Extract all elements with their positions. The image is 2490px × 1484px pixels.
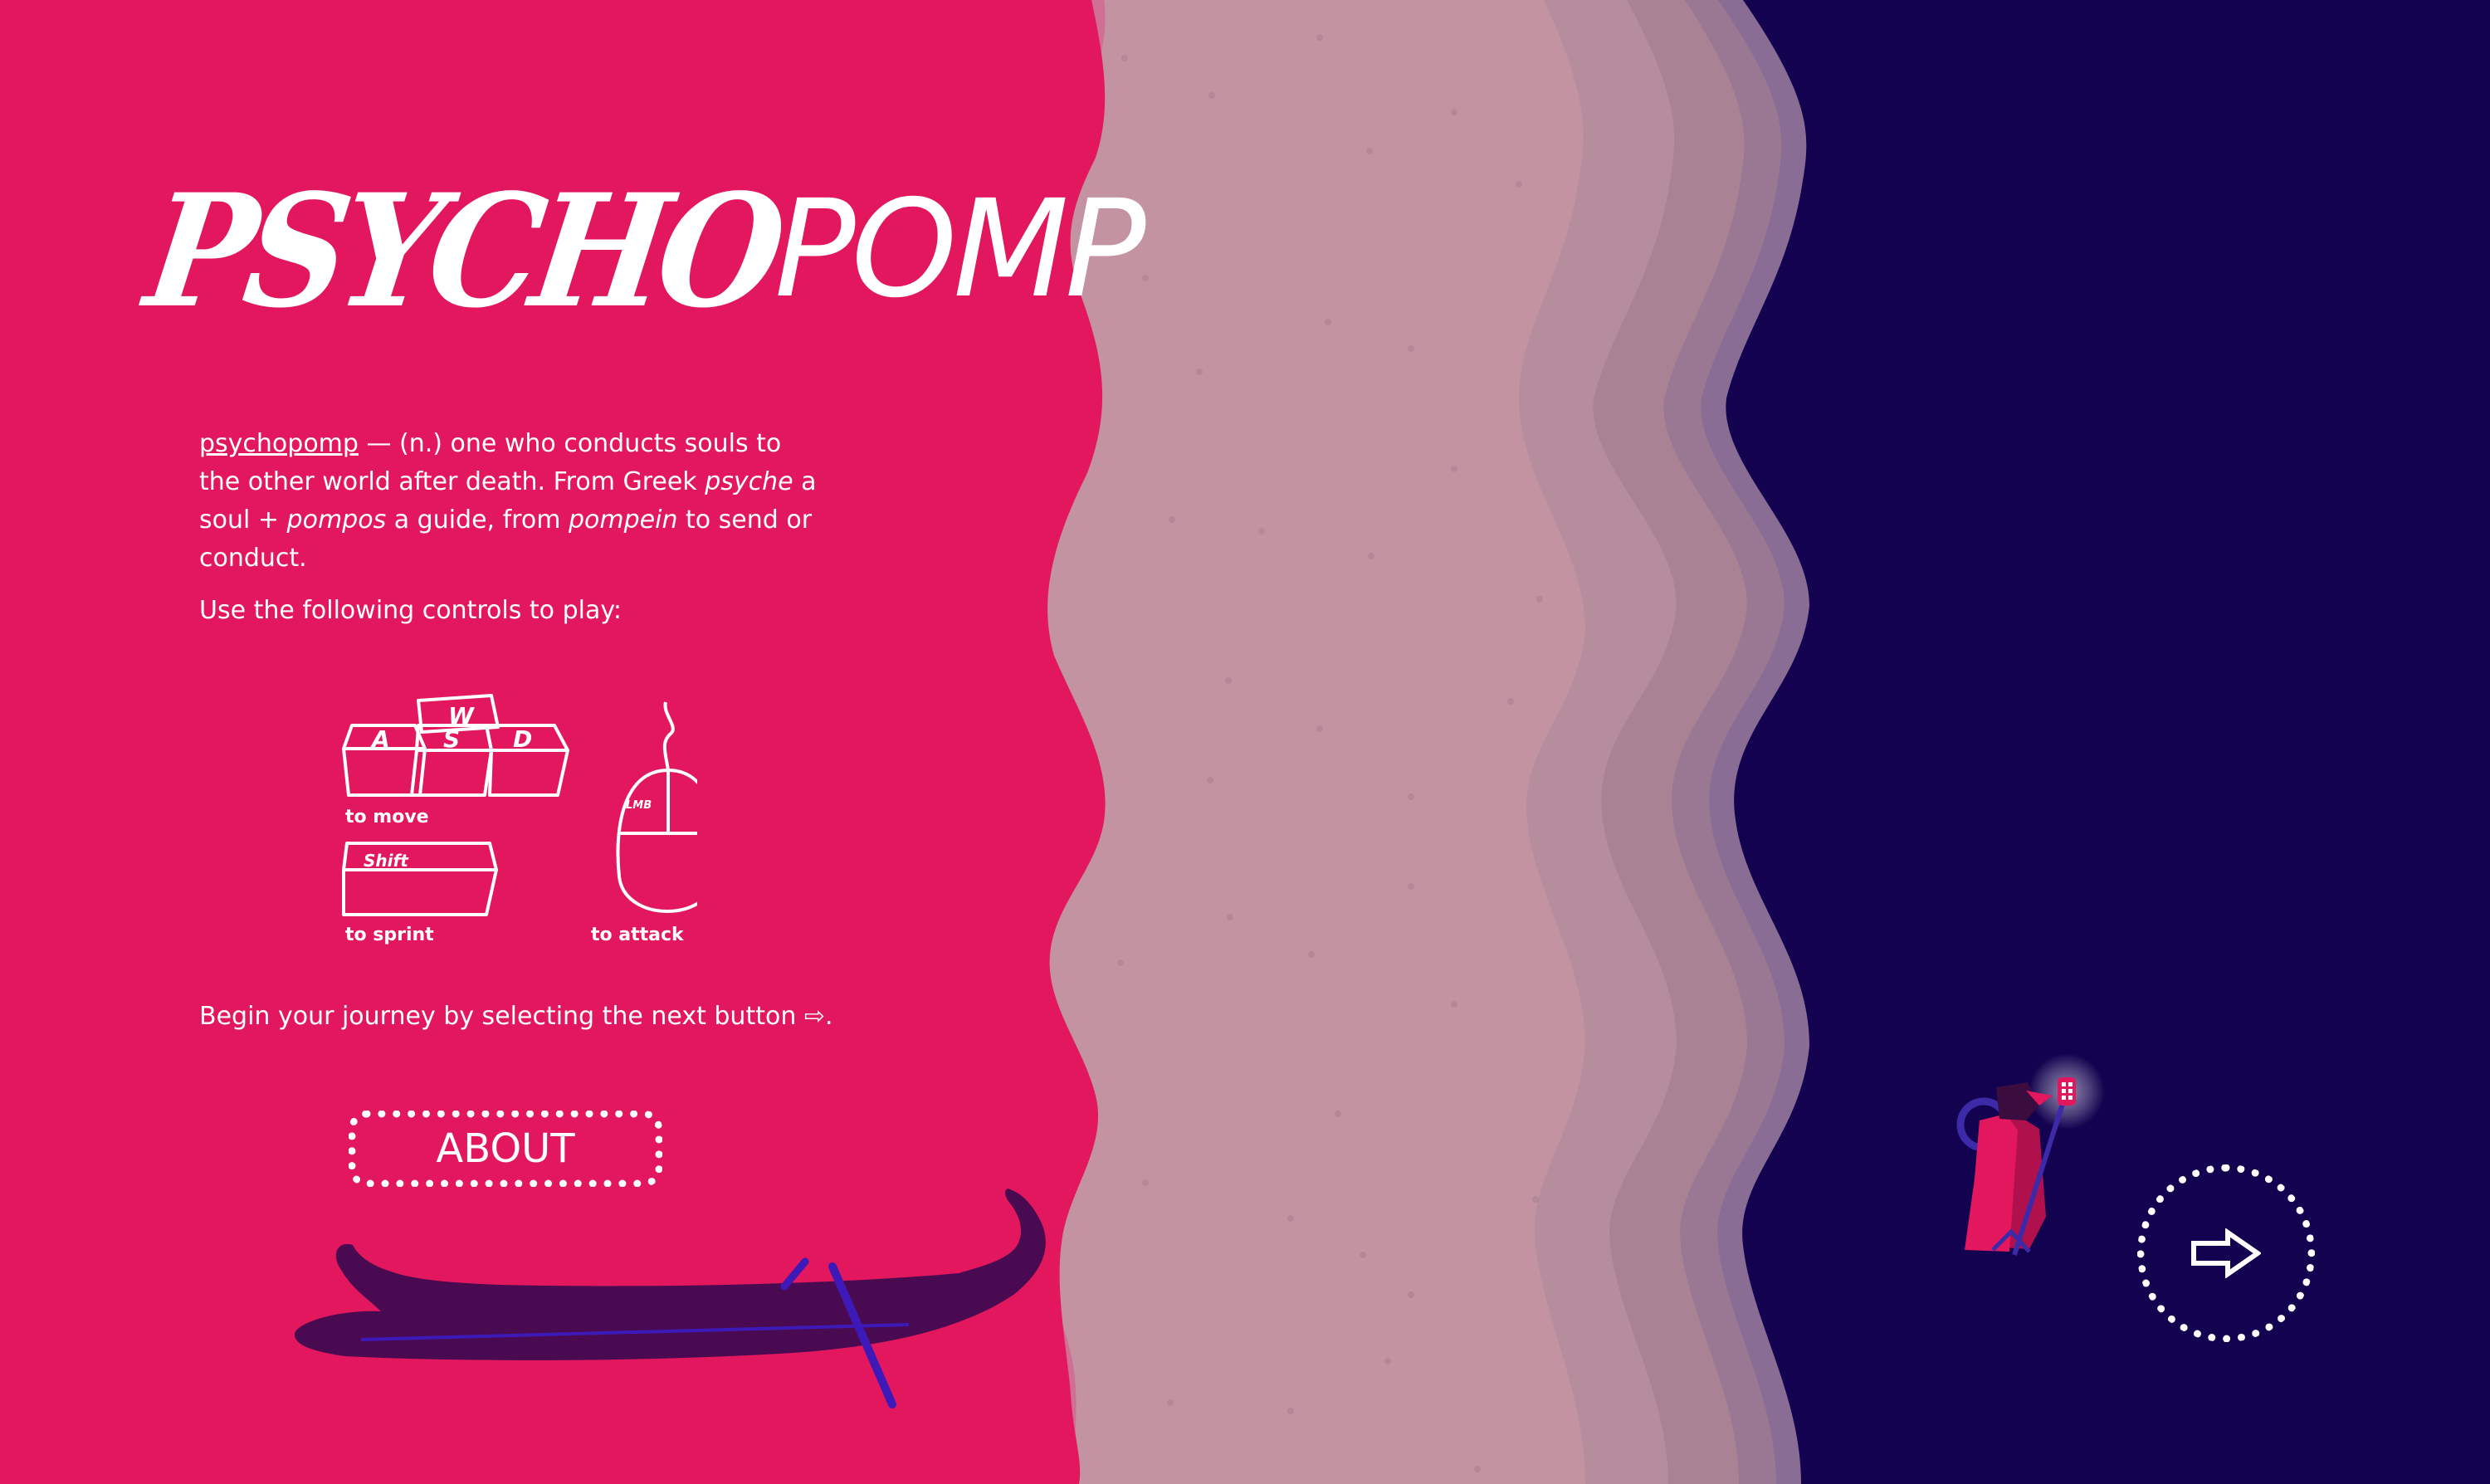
game-scene: PSYCHOPOMP psychopomp — (n.) one who con… [0,0,2490,1484]
about-button-label: ABOUT [436,1125,575,1172]
logo-pomp: POMP [774,172,1146,328]
definition-text: psychopomp — (n.) one who conducts souls… [199,425,830,578]
key-a-label: A [370,725,390,753]
definition-word-psyche: psyche [705,467,793,496]
controls-intro-text: Use the following controls to play: [199,596,622,625]
key-shift-label: Shift [364,851,409,871]
definition-segment-3: a guide, from [386,505,569,535]
definition-term: psychopomp [199,429,359,458]
move-caption: to move [345,807,429,827]
logo-psycho: PSYCHO [136,160,788,343]
psychopomp-character [1956,1054,2105,1256]
about-button[interactable]: ABOUT [349,1111,662,1187]
attack-caption: to attack [591,925,685,945]
ferry-boat [295,1189,1046,1408]
key-d-label: D [513,725,532,753]
begin-journey-text: Begin your journey by selecting the next… [199,1002,833,1031]
key-s-label: S [443,725,460,753]
lantern-icon [2058,1077,2076,1106]
definition-word-pompein: pompein [568,505,678,535]
right-arrow-icon [2191,1228,2261,1278]
controls-diagram: W A S D Shift LMB to move to sprint to a… [342,694,697,945]
mouse-lmb-label: LMB [626,799,652,812]
game-logo: PSYCHOPOMP [137,160,1146,343]
sprint-caption: to sprint [345,925,434,945]
next-button[interactable] [2137,1164,2315,1342]
definition-word-pompos: pompos [286,505,387,535]
boat-hull [295,1189,1046,1360]
